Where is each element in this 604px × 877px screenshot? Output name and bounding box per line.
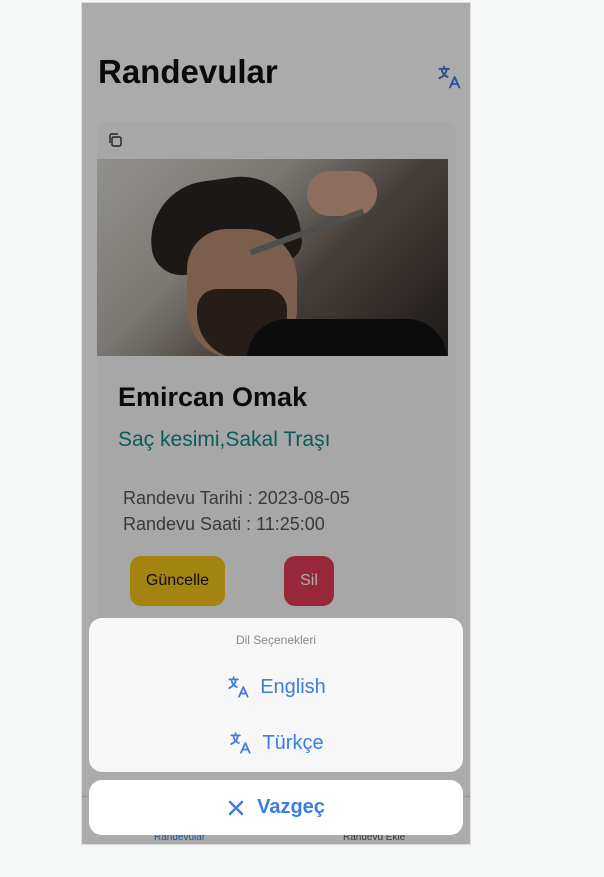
option-label: English [260, 675, 326, 698]
close-icon [228, 800, 244, 815]
language-action-sheet: Dil Seçenekleri English Türkçe [89, 618, 463, 772]
translate-icon [230, 732, 251, 754]
option-english[interactable]: English [89, 662, 463, 712]
translate-icon [228, 676, 249, 698]
cancel-label: Vazgeç [257, 796, 325, 818]
option-label: Türkçe [262, 731, 324, 754]
option-turkish[interactable]: Türkçe [89, 718, 463, 768]
cancel-button[interactable]: Vazgeç [89, 780, 463, 835]
sheet-title: Dil Seçenekleri [235, 633, 317, 647]
